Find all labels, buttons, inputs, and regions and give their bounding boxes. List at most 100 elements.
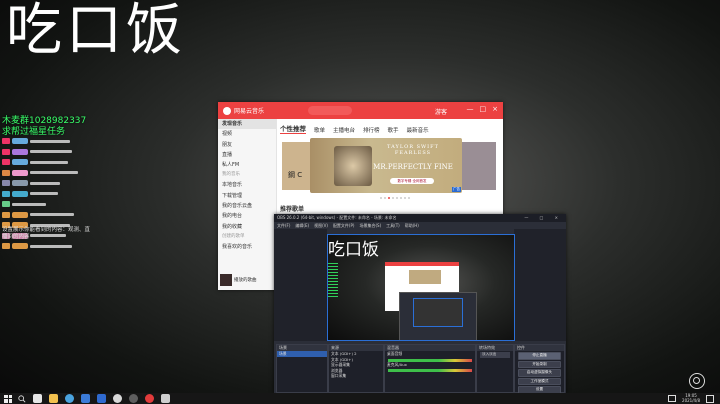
transitions-dock: 转场特效 淡入淡出 [476,344,514,393]
file-explorer-icon[interactable] [49,394,58,403]
ad-badge: 广告 [452,187,461,192]
maximize-button[interactable]: □ [480,105,487,113]
obs-preview-margin-right [514,229,566,341]
task-view-icon[interactable] [33,394,42,403]
virtual-camera-button[interactable]: 启动虚拟摄像头 [518,369,561,377]
record-icon[interactable] [689,373,705,389]
obs-window[interactable]: OBS 26.0.2 (64-bit, windows) - 配置文件: 未命名… [274,214,566,402]
chat-message [2,157,96,167]
minimize-button[interactable]: — [467,105,474,113]
sidebar-item-local[interactable]: 本地音乐 [218,180,276,190]
clock-date: 2021/4/8 [682,397,700,403]
clock[interactable]: 19:05 2021/4/8 [682,393,700,403]
obs-window-buttons[interactable]: — □ × [524,214,563,222]
banner-prev-text: 鋼 C [288,171,303,179]
chat-message [2,241,96,251]
close-button[interactable]: × [492,105,498,113]
carousel-dots[interactable] [380,197,410,199]
pinned-message: 设置展示你能看到的内容：观测、直播间的内容 [2,227,91,240]
album-cover [220,274,232,286]
sidebar-item-liked[interactable]: 我喜欢的音乐 [218,242,276,252]
banner-button[interactable]: 数字专辑 全网首发 [390,178,434,184]
volume-meter[interactable] [388,369,472,372]
music-search-input[interactable] [308,106,352,115]
start-recording-button[interactable]: 开始录制 [518,360,561,368]
tab-recommend[interactable]: 个性推荐 [280,123,306,134]
tab-charts[interactable]: 排行榜 [363,126,380,134]
music-topbar: 网易云音乐 游客 — □ × [218,102,503,119]
obs-docks: 场景 场景 来源 文本 (GDI+) 2 文本 (GDI+) 显示器采集 浏览器… [274,341,566,402]
network-icon[interactable] [668,395,677,402]
chat-message [2,168,96,178]
tab-radio[interactable]: 主播电台 [333,126,355,134]
mixer-dock: 混音器 桌面音频 麦克风/Aux [384,344,476,393]
overlay-group-number: 木麦群1028982337 [2,116,87,126]
music-brand: 网易云音乐 [234,108,265,115]
edge-icon[interactable] [65,394,74,403]
notification-icon[interactable] [706,394,714,403]
chat-message [2,189,96,199]
music-tabs: 个性推荐 歌单 主播电台 排行榜 歌手 最新音乐 [280,122,499,134]
scene-item[interactable]: 场景 [277,351,327,357]
transition-select[interactable]: 淡入淡出 [480,352,510,358]
menu-tools[interactable]: 工具(T) [386,222,400,229]
obs-preview[interactable]: 吃口饭 [327,234,515,341]
sidebar-item-favorites[interactable]: 我的收藏 [218,222,276,232]
studio-mode-button[interactable]: 工作室模式 [518,377,561,385]
now-playing-title: 播放的歌曲 [234,278,257,283]
sidebar-item-video[interactable]: 视频 [218,129,276,139]
sidebar-item-friends[interactable]: 朋友 [218,140,276,150]
stop-streaming-button[interactable]: 停止直播 [518,352,561,360]
menu-file[interactable]: 文件(F) [277,222,290,229]
scenes-dock: 场景 场景 [276,344,328,393]
obs-preview-margin-left [274,229,327,341]
taskbar: 19:05 2021/4/8 [0,393,720,404]
section-title: 推荐歌单 [280,206,305,213]
app-icon[interactable] [161,394,170,403]
obs-title: OBS 26.0.2 (64-bit, windows) - 配置文件: 未命名… [277,215,397,220]
sidebar-item-discover[interactable]: 发现音乐 [218,119,276,130]
chat-message [2,199,96,209]
banner-title: TAYLOR SWIFT FEARLESS [387,144,439,156]
mail-icon[interactable] [97,394,106,403]
now-playing[interactable]: 播放的歌曲 [220,272,274,288]
menu-scene-collection[interactable]: 场景集合(S) [359,222,381,229]
source-item[interactable]: 窗口采集 [329,373,383,379]
banner-headline: MR.PERFECTLY FINE [373,163,453,171]
sidebar-item-fm[interactable]: 私人FM [218,160,276,170]
chat-message [2,147,96,157]
preview-title: 吃口饭 [328,240,379,260]
mixer-channel-mic: 麦克风/Aux [387,361,407,367]
tab-playlists[interactable]: 歌单 [314,126,325,134]
menu-help[interactable]: 帮助(H) [405,222,419,229]
banner-next-slide[interactable] [456,142,496,190]
sidebar-section-my-music: 我的音乐 [222,172,240,178]
sidebar-item-cloud[interactable]: 我的音乐云盘 [218,201,276,211]
search-icon[interactable] [18,394,26,403]
netease-music-icon[interactable] [145,394,154,403]
menu-profile[interactable]: 配置文件(P) [333,222,355,229]
menu-view[interactable]: 视图(V) [314,222,328,229]
preview-chat [328,263,338,297]
overlay-title: 吃口饭 [6,0,186,63]
chrome-icon[interactable] [113,394,122,403]
netease-logo-icon [223,106,231,115]
tab-new-music[interactable]: 最新音乐 [407,126,429,134]
chat-message [2,136,96,146]
controls-header: 控件 [515,345,564,351]
sidebar-item-live[interactable]: 直播 [218,150,276,160]
windows-start-icon[interactable] [4,394,12,403]
sidebar-item-downloads[interactable]: 下载管理 [218,191,276,201]
store-icon[interactable] [81,394,90,403]
obs-icon[interactable] [129,394,138,403]
menu-edit[interactable]: 编辑(E) [295,222,309,229]
album-art [334,146,372,186]
controls-dock: 控件 停止直播 开始录制 启动虚拟摄像头 工作室模式 设置 退出 [514,344,565,402]
sidebar-item-radio[interactable]: 我的电台 [218,211,276,221]
user-name[interactable]: 游客 [435,107,447,116]
chat-message [2,178,96,188]
sources-dock: 来源 文本 (GDI+) 2 文本 (GDI+) 显示器采集 浏览器 窗口采集 [328,344,384,393]
banner-carousel[interactable]: TAYLOR SWIFT FEARLESS MR.PERFECTLY FINE … [310,138,462,193]
tab-artists[interactable]: 歌手 [388,126,399,134]
obs-menubar: 文件(F) 编辑(E) 视图(V) 配置文件(P) 场景集合(S) 工具(T) … [274,222,566,229]
